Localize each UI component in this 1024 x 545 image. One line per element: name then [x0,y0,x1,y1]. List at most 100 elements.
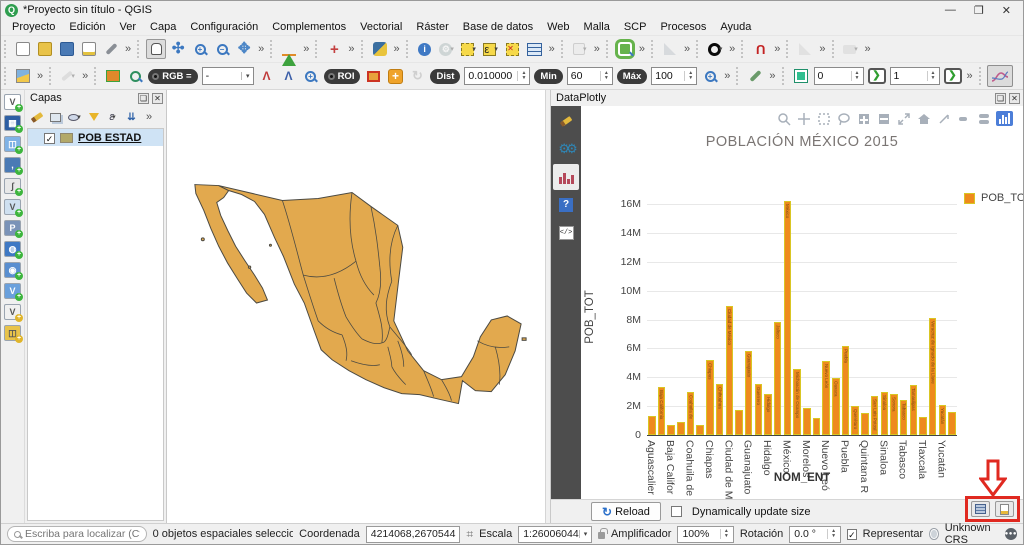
snapping-toggle-icon[interactable]: U [750,39,770,59]
dataplotly-toggle-button[interactable] [986,65,1013,87]
bar-sinaloa[interactable]: Sinaloa [880,392,888,435]
toolbar-overflow-chevron[interactable]: » [546,43,558,55]
layers-toolbar-chevron[interactable]: » [143,111,155,123]
annotation-circle-icon[interactable]: ▾ [705,39,725,59]
toolbar-overflow-chevron[interactable]: » [300,43,312,55]
select-features-icon[interactable]: ▾ [459,39,479,59]
pan-to-selection-icon[interactable]: ✣ [168,39,188,59]
save-plot-image-button[interactable] [971,501,990,517]
toolbar-overflow-chevron[interactable]: » [816,43,828,55]
identify-features-icon[interactable]: i [415,39,435,59]
menu-vectorial[interactable]: Vectorial [353,21,409,33]
bar-chiapas[interactable]: Chiapas [706,359,714,435]
add-arcgis-layer-icon[interactable]: ◫ + [4,325,23,343]
new-project-icon[interactable] [13,39,33,59]
toolbar-grip[interactable] [736,67,741,85]
toolbar-overflow-chevron[interactable]: » [766,70,778,82]
save-plot-html-button[interactable] [995,501,1014,517]
toolbar-grip[interactable] [741,40,746,58]
bar-quintana-roo[interactable] [861,413,869,435]
min-spinner[interactable]: 60 ▲ ▼ [566,67,613,85]
map-themes-icon[interactable]: ▾ [67,110,82,125]
bar-tabasco[interactable]: Tabasco [899,400,908,435]
layer-name[interactable]: POB ESTAD [78,132,141,144]
reload-button[interactable]: ↻ Reload [591,502,661,521]
add-layers-icon[interactable] [13,66,33,86]
add-raster-layer-icon[interactable]: ▦ + [4,115,23,133]
toolbar-grip[interactable] [560,40,566,58]
vertex-tool-icon[interactable]: ▾ [570,39,590,59]
locator-input[interactable] [25,528,140,540]
toolbar-overflow-chevron[interactable]: » [964,70,976,82]
bar-nayarit[interactable] [812,417,821,435]
lock-scale-icon[interactable] [598,528,608,539]
autoscale-icon[interactable] [896,111,911,126]
menu-ver[interactable]: Ver [113,21,144,33]
band-a-spinner[interactable]: 0 ▲ ▼ [813,67,864,85]
bar-veracruz-de-ignacio-de-la-llave[interactable]: Veracruz de Ignacio de la Llave [928,317,937,435]
chart-legend[interactable]: POB_TOT [964,192,1023,204]
menu-malla[interactable]: Malla [577,21,617,33]
locator-search[interactable] [7,526,147,542]
add-wfs-layer-icon[interactable]: V + [4,283,23,301]
scp-redo-icon[interactable]: ↻ [407,66,427,86]
expand-collapse-icon[interactable]: ⇊ [124,110,139,125]
zoom-out-plot-icon[interactable] [876,111,891,126]
menu-capa[interactable]: Capa [143,21,183,33]
toolbar-overflow-chevron[interactable]: » [726,43,738,55]
open-project-icon[interactable] [35,39,55,59]
toolbar-grip[interactable] [94,67,99,85]
render-checkbox[interactable]: ✓ [847,528,857,540]
expression-filter-icon[interactable]: ε ▾ [105,110,120,125]
tab-plot-settings[interactable]: ⚙⚙ [553,136,579,162]
bar-yucat-n[interactable]: Yucatán [938,404,947,435]
scp-add-roi-icon[interactable]: + [385,66,405,86]
bar-sonora[interactable]: Sonora [890,393,898,435]
style-manager-icon[interactable] [101,39,121,59]
tab-code[interactable]: </> [553,220,579,246]
bar-ciudad-de-m-xico[interactable]: Ciudad de México [725,306,733,435]
toggle-editing-icon[interactable]: ▾ [58,66,78,86]
filter-legend-icon[interactable] [86,110,101,125]
band-next-button[interactable]: ❯ [867,68,886,84]
toolbar-overflow-chevron[interactable]: » [591,43,603,55]
toolbar-grip[interactable] [786,40,791,58]
menu-ayuda[interactable]: Ayuda [713,21,758,33]
toolbar-overflow-chevron[interactable]: » [391,43,403,55]
tab-plot-properties[interactable] [553,108,579,134]
toolbar-grip[interactable] [696,40,701,58]
band-b-spinner[interactable]: 1 ▲ ▼ [889,67,940,85]
bar-baja-california[interactable]: Baja California [657,387,666,435]
toolbar-overflow-chevron[interactable]: » [79,70,91,82]
plotly-logo-icon[interactable] [996,111,1013,126]
add-wcs-layer-icon[interactable]: ◉ + [4,262,23,280]
bar-jalisco[interactable]: Jalisco [773,321,782,435]
magnifier-spinner[interactable]: 100% ▲ ▼ [677,525,734,543]
layer-row[interactable]: ✓ POB ESTAD [28,129,163,146]
bar-aguascalientes[interactable] [648,416,656,435]
rgb-combo[interactable]: - ▾ [201,67,254,85]
messages-icon[interactable]: ●●● [1004,528,1018,540]
toolbar-grip[interactable] [781,67,787,85]
add-mesh-layer-icon[interactable]: ◫ + [4,136,23,154]
box-select-icon[interactable] [816,111,831,126]
menu-proyecto[interactable]: Proyecto [5,21,62,33]
bar-guerrero[interactable]: Guerrero [754,384,763,435]
bar-baja-california-sur[interactable] [667,424,675,435]
minimize-button[interactable]: — [945,4,956,17]
scp-tools-icon[interactable] [745,66,765,86]
zoom-out-icon[interactable]: − [212,39,232,59]
tab-plot-view[interactable] [553,164,579,190]
open-attribute-table-icon[interactable] [525,39,545,59]
panel-close-icon[interactable]: ✕ [152,92,163,104]
bar-nuevo-le-n[interactable]: Nuevo León [822,361,830,435]
menu-complementos[interactable]: Complementos [265,21,353,33]
crs-globe-icon[interactable] [929,528,939,540]
georeferencer-crosshair-icon[interactable]: + [324,39,344,59]
rotation-spinner[interactable]: 0.0 ° ▲ ▼ [789,525,842,543]
panel-close-icon[interactable]: ✕ [1009,92,1020,104]
toolbar-grip[interactable] [651,40,656,58]
scp-spectral-signature-icon[interactable]: Λ [257,66,277,86]
bar-puebla[interactable]: Puebla [841,345,850,435]
extent-icon[interactable]: ⌗ [466,527,473,542]
